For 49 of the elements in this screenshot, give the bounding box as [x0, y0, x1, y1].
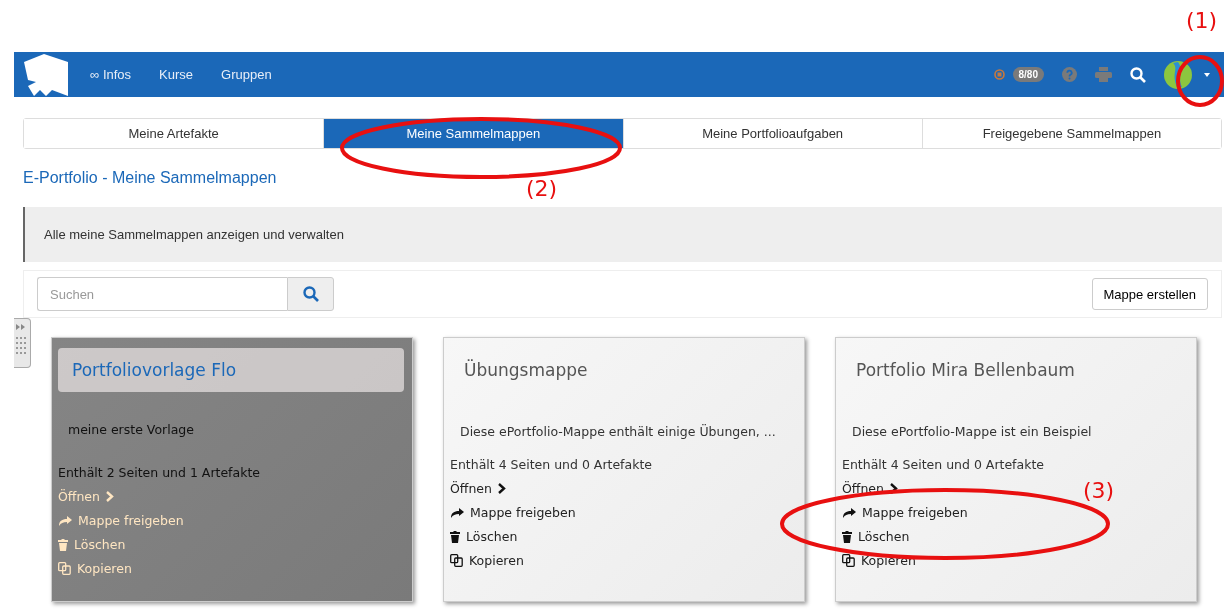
annotation-label: (2)	[526, 176, 558, 201]
trash-icon	[450, 530, 460, 543]
card-action-link[interactable]: Löschen	[450, 529, 518, 544]
card-title: Portfoliovorlage Flo	[58, 348, 404, 392]
copy-icon	[450, 554, 463, 567]
card-title: Übungsmappe	[463, 358, 589, 382]
chevron-right-icon	[106, 491, 114, 502]
logo-icon[interactable]	[22, 53, 70, 96]
card-action-link[interactable]: Kopieren	[450, 553, 524, 568]
card-action-link[interactable]: Mappe freigeben	[842, 505, 968, 520]
page-title: E-Portfolio - Meine Sammelmappen	[23, 169, 278, 187]
annotation-ring	[1176, 55, 1224, 107]
card-summary: Enthält 4 Seiten und 0 Artefakte	[842, 457, 1045, 472]
card-description: meine erste Vorlage	[67, 422, 195, 437]
info-text: Alle meine Sammelmappen anzeigen und verwalten	[23, 207, 1222, 262]
annotation-label: (3)	[1083, 478, 1115, 503]
folder-card[interactable]: Übungsmappe Diese ePortfolio-Mappe enthält einige Übungen, ... Enthält 4 Seiten und 0 Artefakte Öffnen Mappe freigeben Löschen Kopieren	[443, 337, 805, 602]
nav-link[interactable]: Gruppen	[221, 67, 272, 82]
search-icon	[302, 286, 319, 302]
share-arrow-icon	[450, 507, 464, 518]
nav-link[interactable]: Kurse	[159, 67, 194, 82]
side-panel-handle[interactable]	[14, 318, 31, 368]
copy-icon	[58, 562, 71, 575]
card-action-link[interactable]: Mappe freigeben	[450, 505, 576, 520]
copy-icon	[842, 554, 855, 567]
annotation-label: (1)	[1186, 8, 1218, 33]
avatar[interactable]	[1164, 60, 1192, 89]
chevron-right-icon	[498, 483, 506, 494]
grip-icon	[15, 323, 27, 357]
search-button[interactable]	[287, 277, 334, 311]
create-folder-button[interactable]: Mappe erstellen	[1091, 278, 1208, 310]
card-description: Diese ePortfolio-Mappe ist ein Beispiel	[851, 424, 1093, 439]
trash-icon	[842, 530, 852, 543]
tab[interactable]: Freigegebene Sammelmappen	[921, 119, 1221, 148]
close-circle-icon[interactable]	[993, 69, 1005, 80]
counter-badge: 8/80	[1012, 67, 1044, 82]
card-description: Diese ePortfolio-Mappe enthält einige Übungen, ...	[459, 424, 777, 439]
trash-icon	[58, 538, 68, 551]
search-field[interactable]: Suchen	[37, 277, 287, 311]
nav-link[interactable]: ∞ Infos	[90, 67, 132, 82]
share-arrow-icon	[842, 507, 856, 518]
caret-icon[interactable]	[1204, 72, 1210, 77]
card-action-link[interactable]: Öffnen	[450, 481, 506, 496]
card-action-link[interactable]: Löschen	[842, 529, 910, 544]
card-title: Portfolio Mira Bellenbaum	[855, 359, 1076, 382]
search-icon[interactable]	[1130, 66, 1146, 83]
share-arrow-icon	[58, 515, 72, 526]
card-summary: Enthält 4 Seiten und 0 Artefakte	[450, 457, 653, 472]
card-summary: Enthält 2 Seiten und 1 Artefakte	[58, 465, 261, 480]
